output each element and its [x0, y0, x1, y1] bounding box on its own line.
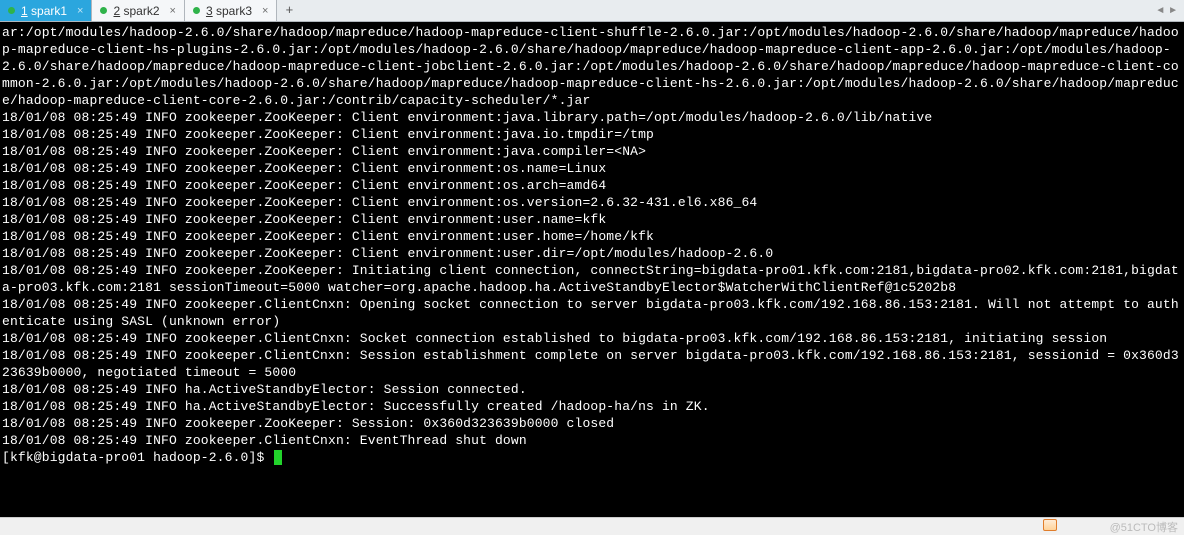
log-line: 18/01/08 08:25:49 INFO zookeeper.ZooKeep…	[2, 262, 1184, 296]
tab-label: 1 spark1	[21, 4, 67, 18]
log-line: 18/01/08 08:25:49 INFO zookeeper.ClientC…	[2, 330, 1184, 347]
close-icon[interactable]: ×	[170, 5, 176, 17]
log-line: 18/01/08 08:25:49 INFO zookeeper.ZooKeep…	[2, 160, 1184, 177]
tab-nav-arrows[interactable]: ◄ ►	[1149, 0, 1184, 21]
connection-status-icon	[193, 7, 200, 14]
tab-spacer	[301, 0, 1149, 21]
status-icon	[1043, 519, 1057, 531]
terminal-tab[interactable]: 1 spark1 ×	[0, 0, 92, 21]
log-line: 18/01/08 08:25:49 INFO zookeeper.ClientC…	[2, 432, 1184, 449]
close-icon[interactable]: ×	[262, 5, 268, 17]
watermark-text: @51CTO博客	[1110, 522, 1178, 534]
log-line: 18/01/08 08:25:49 INFO ha.ActiveStandbyE…	[2, 398, 1184, 415]
log-line: 18/01/08 08:25:49 INFO zookeeper.ZooKeep…	[2, 245, 1184, 262]
log-line: 18/01/08 08:25:49 INFO zookeeper.ZooKeep…	[2, 415, 1184, 432]
terminal-output[interactable]: ar:/opt/modules/hadoop-2.6.0/share/hadoo…	[0, 22, 1184, 517]
tab-add-button[interactable]: +	[277, 0, 301, 21]
tab-bar: 1 spark1 × 2 spark2 × 3 spark3 × + ◄ ►	[0, 0, 1184, 22]
log-line: 18/01/08 08:25:49 INFO zookeeper.ZooKeep…	[2, 143, 1184, 160]
prompt-text: [kfk@bigdata-pro01 hadoop-2.6.0]$	[2, 450, 272, 465]
status-bar: @51CTO博客	[0, 517, 1184, 535]
log-line: 18/01/08 08:25:49 INFO zookeeper.ZooKeep…	[2, 109, 1184, 126]
log-line: 18/01/08 08:25:49 INFO zookeeper.ZooKeep…	[2, 177, 1184, 194]
status-right: @51CTO博客	[1043, 519, 1179, 535]
log-line: 18/01/08 08:25:49 INFO zookeeper.ZooKeep…	[2, 126, 1184, 143]
cursor-icon	[274, 450, 282, 465]
tab-label: 2 spark2	[113, 4, 159, 18]
terminal-tab[interactable]: 3 spark3 ×	[185, 0, 277, 21]
terminal-tab[interactable]: 2 spark2 ×	[92, 0, 184, 21]
log-line: 18/01/08 08:25:49 INFO zookeeper.ClientC…	[2, 296, 1184, 330]
connection-status-icon	[8, 7, 15, 14]
log-line: 18/01/08 08:25:49 INFO zookeeper.ZooKeep…	[2, 211, 1184, 228]
shell-prompt[interactable]: [kfk@bigdata-pro01 hadoop-2.6.0]$	[2, 449, 1184, 466]
log-line: 18/01/08 08:25:49 INFO zookeeper.ZooKeep…	[2, 228, 1184, 245]
log-line: 18/01/08 08:25:49 INFO zookeeper.ZooKeep…	[2, 194, 1184, 211]
log-line: 18/01/08 08:25:49 INFO ha.ActiveStandbyE…	[2, 381, 1184, 398]
tab-label: 3 spark3	[206, 4, 252, 18]
connection-status-icon	[100, 7, 107, 14]
log-line: 18/01/08 08:25:49 INFO zookeeper.ClientC…	[2, 347, 1184, 381]
close-icon[interactable]: ×	[77, 5, 83, 17]
log-line: ar:/opt/modules/hadoop-2.6.0/share/hadoo…	[2, 24, 1184, 109]
